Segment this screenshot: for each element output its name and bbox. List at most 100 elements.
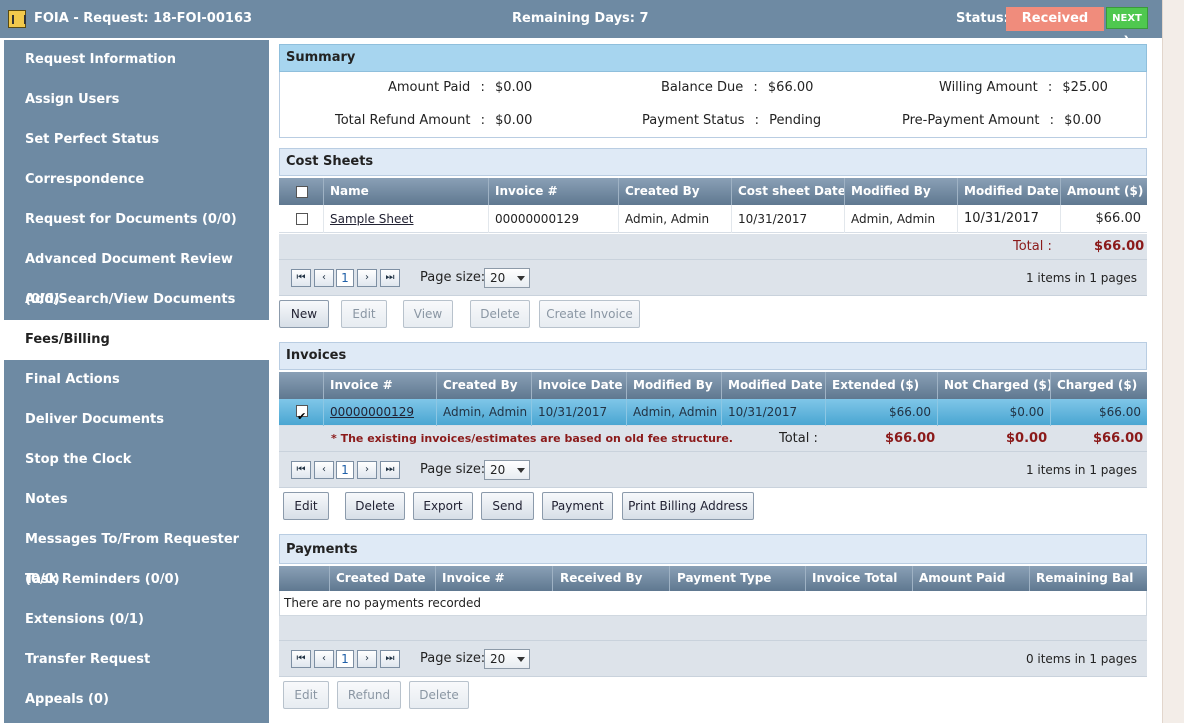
col-modified-by[interactable]: Modified By xyxy=(627,372,722,399)
sidebar-item-fees-billing[interactable]: Fees/Billing xyxy=(4,320,269,360)
col-invoice[interactable]: Invoice # xyxy=(324,372,437,399)
col-modified-by[interactable]: Modified By xyxy=(845,178,958,205)
sidebar-item-final-actions[interactable]: Final Actions xyxy=(4,360,269,400)
last-page-icon[interactable]: ⏭ xyxy=(380,269,400,287)
cost-sheets-pager: ⏮ ‹ 1 › ⏭ Page size: 20 1 items in 1 pag… xyxy=(279,260,1147,296)
create-invoice-button[interactable]: Create Invoice xyxy=(539,300,640,328)
col-not-charged[interactable]: Not Charged ($) xyxy=(938,372,1051,399)
next-page-icon[interactable]: › xyxy=(357,650,377,668)
sidebar-item-extensions[interactable]: Extensions (0/1) xyxy=(4,600,269,640)
col-charged[interactable]: Charged ($) xyxy=(1051,372,1147,399)
cost-sheets-select-all-cell xyxy=(279,178,324,205)
sidebar-item-request-information[interactable]: Request Information xyxy=(4,40,269,80)
amount-paid: Amount Paid : $0.00 xyxy=(388,80,532,95)
col-extended[interactable]: Extended ($) xyxy=(826,372,938,399)
sidebar-item-appeals[interactable]: Appeals (0) xyxy=(4,680,269,720)
col-created-date[interactable]: Created Date xyxy=(330,566,436,591)
col-name[interactable]: Name xyxy=(324,178,489,205)
cost-sheets-total-value: $66.00 xyxy=(1094,239,1145,254)
col-created-by[interactable]: Created By xyxy=(437,372,532,399)
payment-status-label: Payment Status xyxy=(642,113,745,128)
print-billing-address-button[interactable]: Print Billing Address xyxy=(622,492,754,520)
page-size-value: 20 xyxy=(490,652,506,666)
last-page-icon[interactable]: ⏭ xyxy=(380,461,400,479)
sidebar-item-assign-users[interactable]: Assign Users xyxy=(4,80,269,120)
sidebar-item-set-perfect-status[interactable]: Set Perfect Status xyxy=(4,120,269,160)
sidebar-item-stop-the-clock[interactable]: Stop the Clock xyxy=(4,440,269,480)
col-payment-type[interactable]: Payment Type xyxy=(670,566,806,591)
prev-page-icon[interactable]: ‹ xyxy=(314,461,334,479)
next-page-icon[interactable]: › xyxy=(357,269,377,287)
total-not-charged: $0.00 xyxy=(1006,431,1048,446)
next-button[interactable]: NEXT ❯ xyxy=(1106,7,1148,46)
sidebar-item-task-reminders[interactable]: Task Reminders (0/0) xyxy=(4,560,269,600)
export-button[interactable]: Export xyxy=(413,492,473,520)
col-invoice[interactable]: Invoice # xyxy=(489,178,619,205)
next-page-icon[interactable]: › xyxy=(357,461,377,479)
last-page-icon[interactable]: ⏭ xyxy=(380,650,400,668)
summary-separator: : xyxy=(754,113,760,128)
willing-amount-label: Willing Amount xyxy=(939,80,1038,95)
sidebar-item-correspondence[interactable]: Correspondence xyxy=(4,160,269,200)
sidebar-item-messages[interactable]: Messages To/From Requester (0/0) xyxy=(4,520,269,587)
col-invoice-total[interactable]: Invoice Total xyxy=(806,566,913,591)
chevron-down-icon xyxy=(517,276,525,281)
col-amount-paid[interactable]: Amount Paid xyxy=(913,566,1030,591)
col-amount[interactable]: Amount ($) xyxy=(1061,178,1147,205)
delete-button[interactable]: Delete xyxy=(470,300,530,328)
refund-button[interactable]: Refund xyxy=(337,681,401,709)
first-page-icon[interactable]: ⏮ xyxy=(291,461,311,479)
send-button[interactable]: Send xyxy=(481,492,534,520)
chevron-down-icon xyxy=(517,468,525,473)
col-cost-sheet-date[interactable]: Cost sheet Date xyxy=(732,178,845,205)
first-page-icon[interactable]: ⏮ xyxy=(291,650,311,668)
col-invoice[interactable]: Invoice # xyxy=(436,566,553,591)
payment-button[interactable]: Payment xyxy=(542,492,613,520)
summary-panel: Summary Amount Paid : $0.00 Balance Due … xyxy=(279,44,1147,138)
fee-structure-note: * The existing invoices/estimates are ba… xyxy=(331,432,733,445)
col-received-by[interactable]: Received By xyxy=(553,566,670,591)
col-created-by[interactable]: Created By xyxy=(619,178,732,205)
sidebar-item-advanced-document-review[interactable]: Advanced Document Review (0/0) xyxy=(4,240,269,307)
col-remaining-bal[interactable]: Remaining Bal xyxy=(1030,566,1147,591)
foia-logo-icon xyxy=(8,10,26,28)
edit-button[interactable]: Edit xyxy=(341,300,387,328)
edit-button[interactable]: Edit xyxy=(283,492,329,520)
delete-button[interactable]: Delete xyxy=(409,681,469,709)
page-number[interactable]: 1 xyxy=(336,650,354,668)
sidebar-item-add-search-view-documents[interactable]: Add/Search/View Documents (0/0) xyxy=(4,280,269,347)
page-size-select[interactable]: 20 xyxy=(484,460,530,480)
invoice-link[interactable]: 00000000129 xyxy=(330,405,414,419)
page-number[interactable]: 1 xyxy=(336,461,354,479)
page-size-select[interactable]: 20 xyxy=(484,649,530,669)
top-bar: FOIA - Request: 18-FOI-00163 Remaining D… xyxy=(0,0,1162,46)
edit-button[interactable]: Edit xyxy=(283,681,329,709)
row-checkbox[interactable] xyxy=(296,213,308,225)
page-size-select[interactable]: 20 xyxy=(484,268,530,288)
page-number[interactable]: 1 xyxy=(336,269,354,287)
sidebar-item-deliver-documents[interactable]: Deliver Documents xyxy=(4,400,269,440)
table-row[interactable]: Sample Sheet 00000000129 Admin, Admin 10… xyxy=(279,205,1147,233)
sidebar-item-request-for-documents[interactable]: Request for Documents (0/0) xyxy=(4,200,269,240)
amount-paid-value: $0.00 xyxy=(494,80,533,95)
row-checkbox[interactable] xyxy=(296,403,308,427)
delete-button[interactable]: Delete xyxy=(345,492,405,520)
cell-not-charged: $0.00 xyxy=(938,399,1051,427)
prev-page-icon[interactable]: ‹ xyxy=(314,650,334,668)
sidebar-item-notes[interactable]: Notes xyxy=(4,480,269,520)
row-checkbox-cell xyxy=(279,205,324,233)
right-edge-strip xyxy=(1162,0,1184,723)
table-row[interactable]: 00000000129 Admin, Admin 10/31/2017 Admi… xyxy=(279,399,1147,427)
col-invoice-date[interactable]: Invoice Date xyxy=(532,372,627,399)
payments-empty-row: There are no payments recorded xyxy=(279,591,1147,616)
select-all-checkbox[interactable] xyxy=(296,186,308,198)
new-button[interactable]: New xyxy=(279,300,329,328)
view-button[interactable]: View xyxy=(403,300,453,328)
prev-page-icon[interactable]: ‹ xyxy=(314,269,334,287)
sample-sheet-link[interactable]: Sample Sheet xyxy=(330,212,414,226)
first-page-icon[interactable]: ⏮ xyxy=(291,269,311,287)
payments-select-col xyxy=(279,566,330,591)
sidebar-item-transfer-request[interactable]: Transfer Request xyxy=(4,640,269,680)
col-modified-date[interactable]: Modified Date xyxy=(722,372,826,399)
col-modified-date[interactable]: Modified Date xyxy=(958,178,1061,205)
